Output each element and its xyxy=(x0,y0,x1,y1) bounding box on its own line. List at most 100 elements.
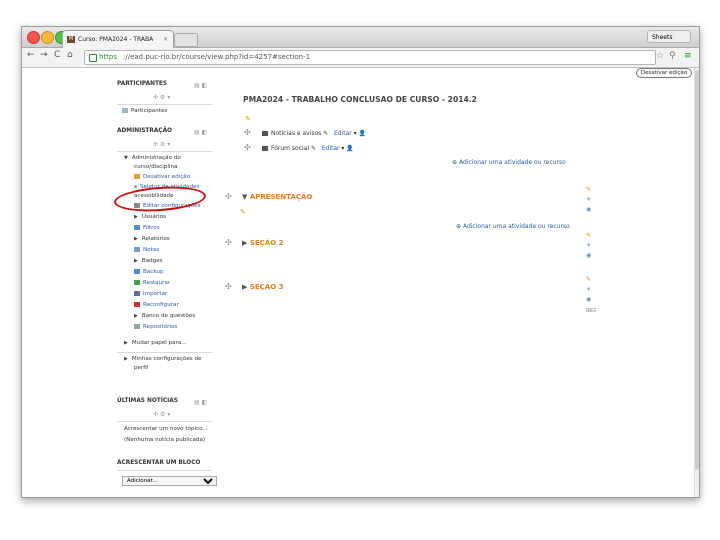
block-dock-icon[interactable]: ▤ ◧ xyxy=(194,129,207,136)
add-remove-section-icon[interactable]: ⊞⊟ xyxy=(586,307,596,314)
users-icon xyxy=(122,108,128,113)
participantes-link[interactable]: Participantes xyxy=(122,108,167,114)
minhas-configuracoes-label-2: perfil xyxy=(134,365,149,371)
section-move-icon[interactable]: ✣ xyxy=(225,282,232,291)
activity-forum-social[interactable]: Fórum social ✎ Editar ▾ 👤 xyxy=(262,145,354,152)
title-bar: M Curso: PMA2024 - TRABA × Sheets xyxy=(22,27,699,48)
block-title-acrescentar-bloco: ACRESCENTAR UM BLOCO xyxy=(117,460,201,466)
activity-noticias[interactable]: Notícias e avisos ✎ Editar ▾ 👤 xyxy=(262,130,366,137)
edit-menu[interactable]: Editar xyxy=(322,145,340,152)
admin-item-backup[interactable]: Backup xyxy=(134,269,164,275)
admin-item-relatorios[interactable]: ▶ Relatórios xyxy=(134,236,170,242)
no-news-text: (Nenhuma notícia publicada) xyxy=(124,437,206,443)
divider xyxy=(117,352,212,353)
restore-icon xyxy=(134,280,140,285)
triangle-right-icon: ▶ xyxy=(124,340,128,346)
filter-icon xyxy=(134,225,140,230)
admin-item-banco-questoes[interactable]: ▶ Banco de questões xyxy=(134,313,195,319)
highlight-lightbulb-icon[interactable]: ☀ xyxy=(586,242,591,249)
add-topic-link[interactable]: Acrescentar um novo tópico... xyxy=(124,426,208,432)
close-window-button[interactable] xyxy=(27,31,40,44)
block-dock-icon[interactable]: ▤ ◧ xyxy=(194,399,207,406)
bullet-icon xyxy=(134,185,137,188)
scrollbar-thumb[interactable] xyxy=(695,70,699,470)
edit-title-pencil-icon[interactable]: ✎ xyxy=(311,145,316,152)
forward-arrow-icon[interactable]: → xyxy=(40,50,48,60)
visibility-eye-icon[interactable]: ◉ xyxy=(586,252,591,259)
move-icon[interactable]: ✣ xyxy=(244,143,251,152)
visibility-eye-icon[interactable]: ◉ xyxy=(586,296,591,303)
admin-item-repositorios[interactable]: Repositórios xyxy=(134,324,177,330)
triangle-right-icon: ▶ xyxy=(134,236,138,242)
user-icon[interactable]: 👤 xyxy=(359,130,366,137)
new-tab-button[interactable] xyxy=(174,33,198,47)
forum-icon xyxy=(262,146,268,151)
divider xyxy=(117,104,212,105)
section-3[interactable]: ▶ SEÇÃO 3 xyxy=(242,283,283,291)
section-move-icon[interactable]: ✣ xyxy=(225,192,232,201)
browser-toolbar: ← → C ⌂ https ://ead.puc-rio.br/course/v… xyxy=(22,48,699,68)
section-apresentacao[interactable]: ▼ APRESENTAÇÃO xyxy=(242,193,312,201)
triangle-right-icon: ▶ xyxy=(124,356,128,362)
admin-group-toggle[interactable]: ▼ Administração do xyxy=(124,155,181,161)
profile-button[interactable]: Sheets xyxy=(647,30,691,43)
admin-item-desativar-edicao[interactable]: Desativar edição xyxy=(134,174,190,180)
edit-menu[interactable]: Editar xyxy=(334,130,352,137)
move-icon[interactable]: ✣ xyxy=(244,128,251,137)
add-activity-link[interactable]: ⊕ Adicionar uma atividade ou recurso xyxy=(456,223,570,230)
highlight-lightbulb-icon[interactable]: ☀ xyxy=(586,286,591,293)
admin-item-badges[interactable]: ▶ Badges xyxy=(134,258,163,264)
mudar-papel-toggle[interactable]: ▶ Mudar papel para... xyxy=(124,340,187,346)
section-2[interactable]: ▶ SEÇÃO 2 xyxy=(242,239,283,247)
zoom-icon[interactable]: ⚲ xyxy=(669,51,676,61)
divider xyxy=(117,421,212,422)
edit-pencil-icon[interactable]: ✎ xyxy=(586,232,591,239)
grades-icon xyxy=(134,247,140,252)
divider xyxy=(117,470,212,471)
block-move-icon[interactable]: ✣ ⚙ ▾ xyxy=(153,411,170,418)
edit-pencil-icon[interactable]: ✎ xyxy=(586,276,591,283)
triangle-down-icon: ▼ xyxy=(124,155,128,161)
highlight-lightbulb-icon[interactable]: ☀ xyxy=(586,196,591,203)
minhas-configuracoes-toggle[interactable]: ▶ Minhas configurações de xyxy=(124,356,201,362)
add-block-select[interactable]: Adicionar... xyxy=(122,476,217,486)
block-move-icon[interactable]: ✣ ⚙ ▾ xyxy=(153,141,170,148)
triangle-right-icon: ▶ xyxy=(134,258,138,264)
home-icon[interactable]: ⌂ xyxy=(67,50,73,60)
admin-item-reconfigurar[interactable]: Reconfigurar xyxy=(134,302,179,308)
block-move-icon[interactable]: ✣ ⚙ ▾ xyxy=(153,94,170,101)
reload-icon[interactable]: C xyxy=(54,50,60,60)
triangle-down-icon: ▼ xyxy=(242,193,248,201)
plus-circle-icon: ⊕ xyxy=(452,159,458,166)
admin-item-filtros[interactable]: Filtros xyxy=(134,225,160,231)
page-title: PMA2024 - TRABALHO CONCLUSAO DE CURSO - … xyxy=(243,95,477,104)
add-activity-link[interactable]: ⊕ Adicionar uma atividade ou recurso xyxy=(452,159,566,166)
back-arrow-icon[interactable]: ← xyxy=(27,50,35,60)
user-icon[interactable]: 👤 xyxy=(346,145,353,152)
admin-group-label-1: Administração do xyxy=(131,155,181,161)
page-scrollbar[interactable] xyxy=(694,68,699,497)
edit-pencil-icon[interactable]: ✎ xyxy=(245,115,251,123)
backup-icon xyxy=(134,269,140,274)
desativar-edicao-button[interactable]: Desativar edição xyxy=(636,68,692,78)
edit-title-pencil-icon[interactable]: ✎ xyxy=(323,130,328,137)
edit-section-pencil-icon[interactable]: ✎ xyxy=(240,208,246,216)
admin-item-notas[interactable]: Notas xyxy=(134,247,159,253)
browser-tab[interactable]: M Curso: PMA2024 - TRABA × xyxy=(62,30,174,48)
visibility-eye-icon[interactable]: ◉ xyxy=(586,206,591,213)
section-move-icon[interactable]: ✣ xyxy=(225,238,232,247)
bookmark-star-icon[interactable]: ☆ xyxy=(656,51,664,61)
block-dock-icon[interactable]: ▤ ◧ xyxy=(194,82,207,89)
admin-item-importar[interactable]: Importar xyxy=(134,291,167,297)
edit-pencil-icon[interactable]: ✎ xyxy=(586,186,591,193)
admin-item-usuarios[interactable]: ▶ Usuários xyxy=(134,214,166,220)
tab-close-icon[interactable]: × xyxy=(163,31,168,48)
plus-circle-icon: ⊕ xyxy=(456,223,462,230)
browser-menu-icon[interactable]: ≡ xyxy=(684,51,692,61)
minimize-window-button[interactable] xyxy=(41,31,54,44)
highlight-oval xyxy=(113,183,207,215)
admin-item-restaurar[interactable]: Restaurar xyxy=(134,280,170,286)
url-scheme: https xyxy=(99,53,118,61)
address-bar[interactable]: https ://ead.puc-rio.br/course/view.php?… xyxy=(84,50,656,65)
participantes-label: Participantes xyxy=(131,108,168,114)
